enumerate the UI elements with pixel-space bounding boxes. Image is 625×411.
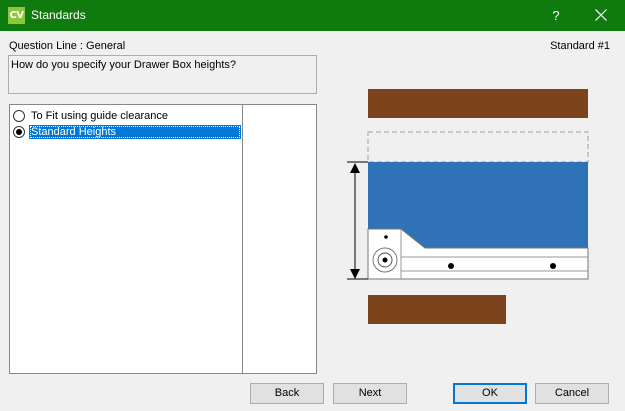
window-title: Standards: [31, 8, 86, 22]
radio-standard-heights[interactable]: [13, 126, 25, 138]
clearance-outline: [367, 131, 589, 163]
top-wood-panel: [368, 89, 588, 118]
ok-button[interactable]: OK: [453, 383, 527, 404]
options-list: To Fit using guide clearance Standard He…: [9, 104, 317, 374]
bottom-wood-panel: [368, 295, 506, 324]
screw-hole: [448, 263, 454, 269]
drawer-height-diagram: [347, 89, 589, 324]
question-text-box: How do you specify your Drawer Box heigh…: [8, 55, 317, 94]
list-divider: [242, 105, 243, 373]
arrow-down-icon: [350, 269, 360, 279]
option-label: Standard Heights: [29, 125, 241, 139]
help-button[interactable]: ?: [538, 0, 574, 31]
wheel-hub: [382, 257, 388, 263]
close-icon: [595, 9, 607, 21]
screw-hole: [550, 263, 556, 269]
close-button[interactable]: [582, 0, 620, 31]
cancel-button[interactable]: Cancel: [535, 383, 609, 404]
option-to-fit[interactable]: To Fit using guide clearance: [13, 108, 241, 124]
option-standard-heights[interactable]: Standard Heights: [13, 124, 241, 140]
option-label: To Fit using guide clearance: [31, 110, 168, 122]
arrow-up-icon: [350, 163, 360, 173]
screw-hole: [384, 235, 388, 239]
standard-number-label: Standard #1: [550, 40, 610, 52]
radio-to-fit[interactable]: [13, 110, 25, 122]
next-button[interactable]: Next: [333, 383, 407, 404]
question-line-label: Question Line : General: [9, 40, 126, 52]
title-bar: CV Standards ?: [0, 0, 625, 31]
back-button[interactable]: Back: [250, 383, 324, 404]
app-logo-icon: CV: [8, 7, 25, 24]
